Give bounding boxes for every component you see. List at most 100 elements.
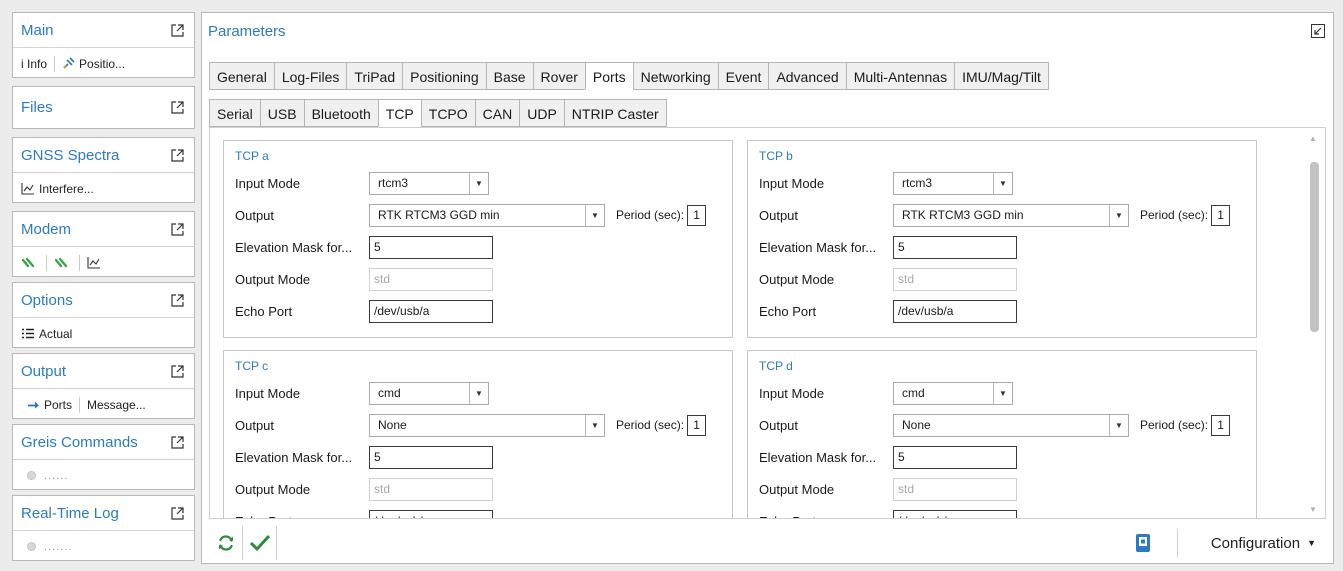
output-select[interactable]: RTK RTCM3 GGD min ▼ (369, 203, 605, 227)
panel-title[interactable]: GNSS Spectra (21, 147, 119, 164)
elevation-input[interactable]: 5 (369, 235, 493, 259)
vertical-scrollbar[interactable]: ▲ ▼ (1303, 128, 1325, 518)
parameters-header: Parameters (202, 13, 1333, 49)
echo-port-input[interactable]: /dev/usb/a (369, 299, 493, 323)
subtab-udp[interactable]: UDP (519, 99, 564, 127)
tab-multi-antennas[interactable]: Multi-Antennas (845, 62, 955, 90)
elevation-label: Elevation Mask for... (235, 449, 353, 465)
input-mode-select[interactable]: cmd ▼ (893, 381, 1013, 405)
input-mode-value: rtcm3 (902, 176, 932, 190)
group-title: TCP b (759, 149, 793, 163)
echo-port-row: Echo Port /dev/usb/a (759, 299, 1254, 323)
output-mode-label: Output Mode (759, 481, 835, 497)
tab-advanced[interactable]: Advanced (768, 62, 846, 90)
popout-icon[interactable] (171, 222, 184, 236)
popout-icon[interactable] (171, 364, 184, 378)
panel-greis-commands: Greis Commands ...... (12, 424, 195, 490)
placeholder-item[interactable]: ....... (44, 541, 72, 553)
actual-item[interactable]: Actual (39, 327, 72, 341)
elevation-label: Elevation Mask for... (235, 239, 353, 255)
output-mode-input: std (369, 267, 493, 291)
ports-item[interactable]: Ports (44, 398, 72, 412)
placeholder-item[interactable]: ...... (44, 470, 68, 482)
link-icon[interactable] (21, 257, 35, 269)
interference-item[interactable]: Interfere... (39, 182, 94, 196)
panel-title[interactable]: Greis Commands (21, 434, 138, 451)
separator (79, 254, 80, 271)
panel-title[interactable]: Options (21, 292, 73, 309)
refresh-button[interactable] (209, 526, 243, 560)
circle-icon (27, 471, 36, 480)
panel-output-items: Ports Message... (13, 388, 194, 420)
collapse-icon[interactable] (1311, 24, 1325, 38)
position-item[interactable]: Positio... (79, 57, 125, 71)
subtab-tcp[interactable]: TCP (377, 99, 421, 127)
elevation-input[interactable]: 5 (369, 445, 493, 469)
tab-positioning[interactable]: Positioning (402, 62, 486, 90)
output-row: Output None ▼ Period (sec): 1 (759, 413, 1254, 437)
popout-icon[interactable] (171, 101, 184, 114)
popout-icon[interactable] (171, 293, 184, 307)
checkmark-icon (249, 534, 270, 552)
output-mode-label: Output Mode (235, 481, 311, 497)
period-input[interactable]: 1 (687, 204, 707, 226)
input-mode-select[interactable]: rtcm3 ▼ (893, 171, 1013, 195)
echo-port-row: Echo Port /dev/usb/a (759, 509, 1254, 518)
echo-port-input[interactable]: /dev/usb/a (893, 509, 1017, 518)
output-select[interactable]: RTK RTCM3 GGD min ▼ (893, 203, 1129, 227)
chart-icon[interactable] (87, 256, 101, 269)
output-select[interactable]: None ▼ (893, 413, 1129, 437)
subtab-usb[interactable]: USB (259, 99, 304, 127)
subtab-can[interactable]: CAN (474, 99, 520, 127)
tab-log-files[interactable]: Log-Files (273, 62, 347, 90)
tab-rover[interactable]: Rover (532, 62, 585, 90)
panel-title[interactable]: Output (21, 363, 66, 380)
scrollbar-thumb[interactable] (1310, 162, 1319, 332)
output-mode-row: Output Mode std (235, 267, 730, 291)
subtab-serial[interactable]: Serial (209, 99, 260, 127)
popout-icon[interactable] (171, 148, 184, 162)
panel-output: Output Ports Message... (12, 353, 195, 419)
panel-title[interactable]: Modem (21, 221, 71, 238)
elevation-input[interactable]: 5 (893, 445, 1017, 469)
tab-event[interactable]: Event (717, 62, 769, 90)
satellite-icon (62, 57, 75, 70)
panel-title[interactable]: Main (21, 22, 54, 39)
output-select[interactable]: None ▼ (369, 413, 605, 437)
input-mode-select[interactable]: rtcm3 ▼ (369, 171, 489, 195)
period-input[interactable]: 1 (687, 414, 707, 436)
apply-button[interactable] (243, 526, 277, 560)
output-mode-input: std (893, 477, 1017, 501)
subtab-bluetooth[interactable]: Bluetooth (303, 99, 378, 127)
configuration-dropdown[interactable]: Configuration ▼ (1211, 525, 1316, 561)
panel-title[interactable]: Real-Time Log (21, 505, 119, 522)
elevation-input[interactable]: 5 (893, 235, 1017, 259)
period-input[interactable]: 1 (1211, 414, 1231, 436)
period-label: Period (sec): (616, 418, 685, 432)
tab-imu-mag-tilt[interactable]: IMU/Mag/Tilt (954, 62, 1049, 90)
scroll-up-icon[interactable]: ▲ (1309, 134, 1317, 143)
input-mode-select[interactable]: cmd ▼ (369, 381, 489, 405)
device-button[interactable] (1130, 530, 1156, 556)
tab-general[interactable]: General (209, 62, 274, 90)
panel-title[interactable]: Files (21, 99, 53, 116)
info-item[interactable]: i Info (21, 57, 47, 71)
link-icon[interactable] (54, 257, 68, 269)
tab-networking[interactable]: Networking (632, 62, 718, 90)
period-input[interactable]: 1 (1211, 204, 1231, 226)
popout-icon[interactable] (171, 23, 184, 37)
tab-ports[interactable]: Ports (584, 62, 633, 90)
messages-item[interactable]: Message... (87, 398, 146, 412)
tab-tripad[interactable]: TriPad (346, 62, 403, 90)
popout-icon[interactable] (171, 435, 184, 449)
subtab-ntrip-caster[interactable]: NTRIP Caster (563, 99, 667, 127)
input-mode-row: Input Mode rtcm3 ▼ (235, 171, 730, 195)
popout-icon[interactable] (171, 506, 184, 520)
tab-base[interactable]: Base (485, 62, 533, 90)
echo-port-input[interactable]: /dev/usb/a (369, 509, 493, 518)
subtab-tcpo[interactable]: TCPO (420, 99, 475, 127)
elevation-label: Elevation Mask for... (759, 449, 877, 465)
scroll-down-icon[interactable]: ▼ (1309, 505, 1317, 514)
panel-greis-header: Greis Commands (13, 425, 194, 459)
echo-port-input[interactable]: /dev/usb/a (893, 299, 1017, 323)
